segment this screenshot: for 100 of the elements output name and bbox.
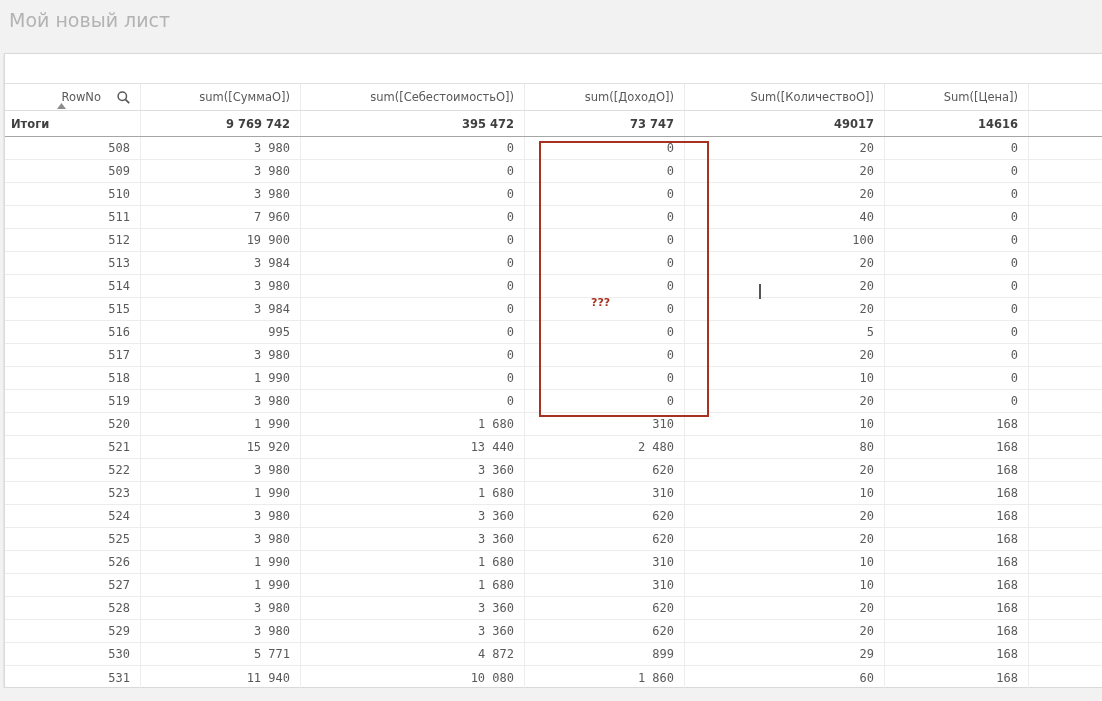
table-cell: 0 bbox=[506, 279, 514, 293]
table-cell: 0 bbox=[1010, 141, 1018, 155]
table-cell: 11 940 bbox=[246, 670, 290, 685]
table-cell: 508 bbox=[108, 141, 130, 155]
column-header[interactable]: sum([СебестоимостьО]) bbox=[370, 90, 514, 104]
table-cell: 519 bbox=[108, 394, 130, 408]
table-cell: 168 bbox=[996, 555, 1018, 569]
table-cell: 310 bbox=[652, 555, 674, 569]
table-cell: 0 bbox=[1010, 394, 1018, 408]
table-cell: 0 bbox=[666, 325, 674, 339]
total-cell: 14616 bbox=[978, 116, 1018, 131]
column-header[interactable]: sum([СуммаО]) bbox=[199, 90, 290, 104]
table-cell: 0 bbox=[666, 256, 674, 270]
table-cell: 7 960 bbox=[253, 210, 290, 224]
table-cell: 3 360 bbox=[477, 601, 514, 615]
table-cell: 0 bbox=[1010, 164, 1018, 178]
table-cell: 3 360 bbox=[477, 509, 514, 523]
sheet-title: Мой новый лист bbox=[9, 9, 171, 31]
table-cell: 0 bbox=[666, 348, 674, 362]
table-cell: 168 bbox=[996, 417, 1018, 431]
table-cell: 20 bbox=[859, 394, 874, 408]
table-cell: 10 bbox=[859, 417, 874, 431]
table-cell: 20 bbox=[859, 532, 874, 546]
table-cell: 20 bbox=[859, 509, 874, 523]
table-cell: 0 bbox=[666, 394, 674, 408]
column-header[interactable]: Sum([Цена]) bbox=[943, 90, 1018, 104]
table-cell: 0 bbox=[506, 394, 514, 408]
table-cell: 1 990 bbox=[253, 555, 290, 569]
table-cell: 0 bbox=[506, 233, 514, 247]
column-header[interactable]: sum([ДоходО]) bbox=[584, 90, 674, 104]
column-header[interactable]: Sum([КоличествоО]) bbox=[750, 90, 874, 104]
table-cell: 40 bbox=[859, 210, 874, 224]
table-cell: 1 990 bbox=[253, 417, 290, 431]
table-cell: 60 bbox=[859, 670, 874, 685]
table-cell: 100 bbox=[852, 233, 874, 247]
table-cell: 0 bbox=[666, 302, 674, 316]
table-cell: 20 bbox=[859, 279, 874, 293]
table-cell: 0 bbox=[666, 187, 674, 201]
table-cell: 516 bbox=[108, 325, 130, 339]
table-cell: 995 bbox=[268, 325, 290, 339]
table-cell: 3 980 bbox=[253, 279, 290, 293]
table-cell: 1 990 bbox=[253, 578, 290, 592]
total-cell: 49017 bbox=[834, 116, 874, 131]
table-cell: 620 bbox=[652, 509, 674, 523]
table-cell: 0 bbox=[506, 348, 514, 362]
table-cell: 0 bbox=[506, 187, 514, 201]
table-cell: 10 bbox=[859, 555, 874, 569]
table-cell: 0 bbox=[666, 164, 674, 178]
table-cell: 0 bbox=[1010, 371, 1018, 385]
table-cell: 3 980 bbox=[253, 601, 290, 615]
table-cell: 19 900 bbox=[246, 233, 290, 247]
table-cell: 168 bbox=[996, 532, 1018, 546]
table-cell: 13 440 bbox=[470, 440, 514, 454]
table-cell: 20 bbox=[859, 601, 874, 615]
totals-label: Итоги bbox=[11, 116, 50, 131]
table-cell: 168 bbox=[996, 647, 1018, 661]
table-cell: 3 984 bbox=[253, 302, 290, 316]
table-cell: 0 bbox=[666, 210, 674, 224]
table-cell: 510 bbox=[108, 187, 130, 201]
table-cell: 620 bbox=[652, 624, 674, 638]
table-cell: 620 bbox=[652, 601, 674, 615]
table-cell: 20 bbox=[859, 348, 874, 362]
table-cell: 0 bbox=[506, 371, 514, 385]
annotation-text: ??? bbox=[591, 296, 611, 309]
table-cell: 528 bbox=[108, 601, 130, 615]
table-cell: 620 bbox=[652, 463, 674, 477]
table-cell: 515 bbox=[108, 302, 130, 316]
table-cell: 521 bbox=[108, 440, 130, 454]
table-cell: 5 771 bbox=[253, 647, 290, 661]
table-cell: 3 980 bbox=[253, 532, 290, 546]
table-cell: 530 bbox=[108, 647, 130, 661]
table-cell: 0 bbox=[666, 141, 674, 155]
table-cell: 20 bbox=[859, 187, 874, 201]
table-cell: 0 bbox=[1010, 187, 1018, 201]
table-cell: 3 984 bbox=[253, 256, 290, 270]
table-cell: 20 bbox=[859, 141, 874, 155]
table-cell: 20 bbox=[859, 164, 874, 178]
table-cell: 3 980 bbox=[253, 141, 290, 155]
table-cell: 168 bbox=[996, 601, 1018, 615]
total-cell: 9 769 742 bbox=[225, 116, 290, 131]
table-cell: 10 bbox=[859, 578, 874, 592]
table-cell: 3 360 bbox=[477, 532, 514, 546]
search-icon[interactable] bbox=[117, 90, 130, 104]
table-cell: 514 bbox=[108, 279, 130, 293]
text-cursor-icon bbox=[759, 284, 761, 299]
table-cell: 3 980 bbox=[253, 463, 290, 477]
table-cell: 523 bbox=[108, 486, 130, 500]
table-cell: 0 bbox=[506, 210, 514, 224]
table-cell: 168 bbox=[996, 624, 1018, 638]
table-cell: 1 680 bbox=[477, 578, 514, 592]
table-cell: 0 bbox=[506, 256, 514, 270]
column-header[interactable]: RowNo bbox=[61, 90, 101, 104]
table-cell: 10 bbox=[859, 371, 874, 385]
table-cell: 168 bbox=[996, 440, 1018, 454]
table-cell: 1 990 bbox=[253, 486, 290, 500]
table-cell: 168 bbox=[996, 578, 1018, 592]
table-cell: 518 bbox=[108, 371, 130, 385]
table-cell: 0 bbox=[1010, 256, 1018, 270]
table-cell: 2 480 bbox=[637, 440, 674, 454]
table-cell: 0 bbox=[506, 325, 514, 339]
